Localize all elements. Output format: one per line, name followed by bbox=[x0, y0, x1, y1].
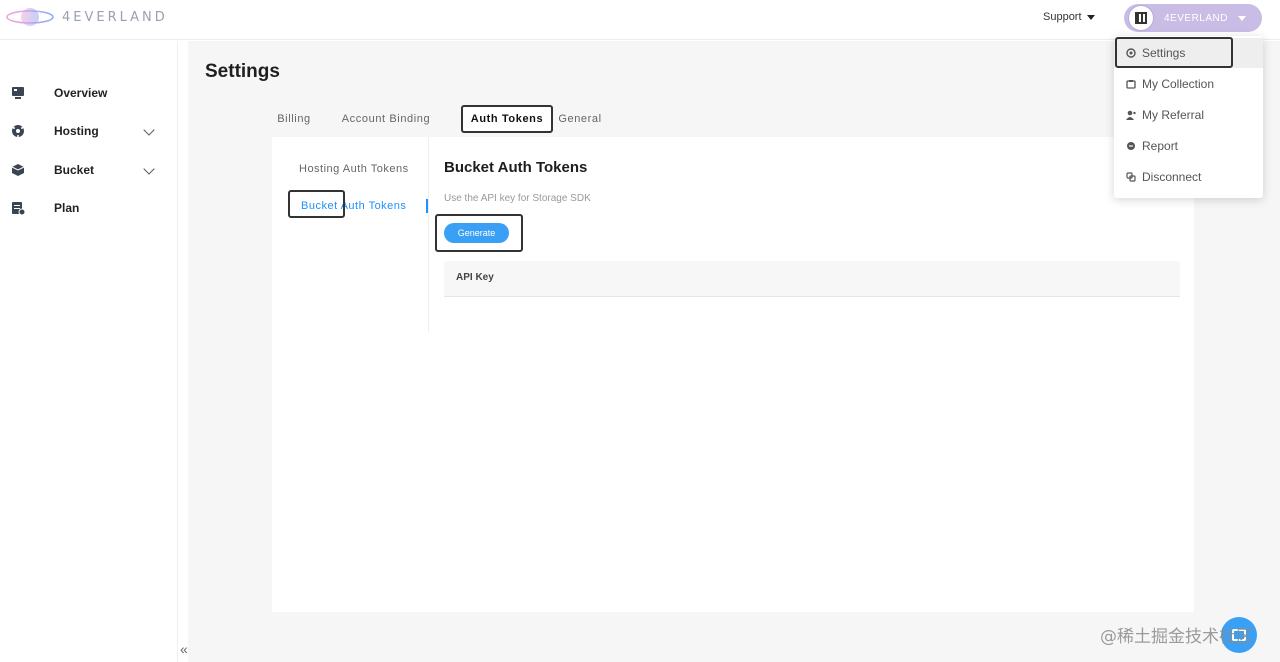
column-header-api-key: API Key bbox=[456, 272, 494, 283]
top-bar: 4EVERLAND Support 4EVERLAND bbox=[0, 0, 1280, 40]
subnav-hosting-auth-tokens[interactable]: Hosting Auth Tokens bbox=[272, 163, 429, 175]
auth-tokens-panel: Hosting Auth Tokens Bucket Auth Tokens B… bbox=[272, 137, 1194, 612]
account-name: 4EVERLAND bbox=[1164, 12, 1228, 24]
caret-down-icon bbox=[1086, 14, 1095, 20]
section-title: Bucket Auth Tokens bbox=[444, 159, 588, 176]
referral-icon bbox=[1126, 110, 1136, 120]
collection-icon bbox=[1126, 80, 1136, 89]
menu-item-disconnect[interactable]: Disconnect bbox=[1114, 162, 1263, 192]
sidebar-item-overview[interactable]: Overview bbox=[0, 77, 178, 109]
account-dropdown-menu: Settings My Collection My Referral Repor… bbox=[1114, 36, 1263, 198]
sidebar-item-bucket[interactable]: Bucket bbox=[0, 154, 178, 186]
watermark: @稀土掘金技术社区 bbox=[1100, 627, 1253, 647]
api-key-table-header: API Key bbox=[444, 261, 1180, 297]
menu-item-report[interactable]: Report bbox=[1114, 131, 1263, 161]
support-menu[interactable]: Support bbox=[1043, 11, 1095, 23]
sidebar-item-label: Bucket bbox=[54, 163, 95, 177]
gear-icon bbox=[1126, 48, 1136, 58]
page-title: Settings bbox=[205, 61, 280, 82]
sidebar-item-plan[interactable]: Plan bbox=[0, 192, 178, 224]
chevron-down-icon bbox=[143, 163, 155, 175]
sidebar-item-label: Overview bbox=[54, 86, 108, 100]
logo-icon bbox=[6, 8, 54, 26]
menu-item-settings[interactable]: Settings bbox=[1114, 38, 1263, 68]
account-menu-button[interactable]: 4EVERLAND bbox=[1124, 4, 1262, 32]
report-icon bbox=[1127, 142, 1135, 150]
disconnect-icon bbox=[1126, 172, 1136, 182]
subnav-bucket-auth-tokens[interactable]: Bucket Auth Tokens bbox=[272, 200, 429, 212]
plan-icon bbox=[12, 202, 25, 215]
tab-account-binding[interactable]: Account Binding bbox=[338, 105, 434, 133]
collapse-sidebar-icon[interactable]: « bbox=[180, 641, 188, 657]
hosting-icon bbox=[12, 125, 24, 137]
tab-billing[interactable]: Billing bbox=[276, 105, 312, 133]
menu-item-my-collection[interactable]: My Collection bbox=[1114, 69, 1263, 99]
brand-name: 4EVERLAND bbox=[62, 9, 168, 25]
caret-down-icon bbox=[1237, 15, 1246, 21]
menu-item-label: My Referral bbox=[1142, 108, 1205, 122]
menu-item-my-referral[interactable]: My Referral bbox=[1114, 100, 1263, 130]
sidebar-item-label: Plan bbox=[54, 201, 80, 215]
bucket-icon bbox=[11, 164, 25, 176]
generate-button[interactable]: Generate bbox=[444, 223, 509, 243]
menu-item-label: My Collection bbox=[1142, 77, 1215, 91]
avatar bbox=[1128, 5, 1154, 31]
tab-general[interactable]: General bbox=[556, 105, 604, 133]
tab-auth-tokens[interactable]: Auth Tokens bbox=[461, 105, 553, 133]
monitor-icon bbox=[12, 87, 24, 99]
menu-item-label: Disconnect bbox=[1142, 170, 1202, 184]
chevron-down-icon bbox=[143, 124, 155, 136]
sidebar-item-label: Hosting bbox=[54, 124, 99, 138]
brand-logo[interactable]: 4EVERLAND bbox=[6, 6, 168, 28]
support-label: Support bbox=[1043, 11, 1082, 23]
auth-token-subnav: Hosting Auth Tokens Bucket Auth Tokens bbox=[272, 137, 429, 332]
sidebar-item-hosting[interactable]: Hosting bbox=[0, 115, 178, 147]
section-description: Use the API key for Storage SDK bbox=[444, 193, 591, 204]
menu-item-label: Settings bbox=[1142, 46, 1186, 60]
active-indicator bbox=[426, 199, 428, 213]
sidebar: Overview Hosting Bucket Plan bbox=[0, 41, 178, 662]
menu-item-label: Report bbox=[1142, 139, 1179, 153]
